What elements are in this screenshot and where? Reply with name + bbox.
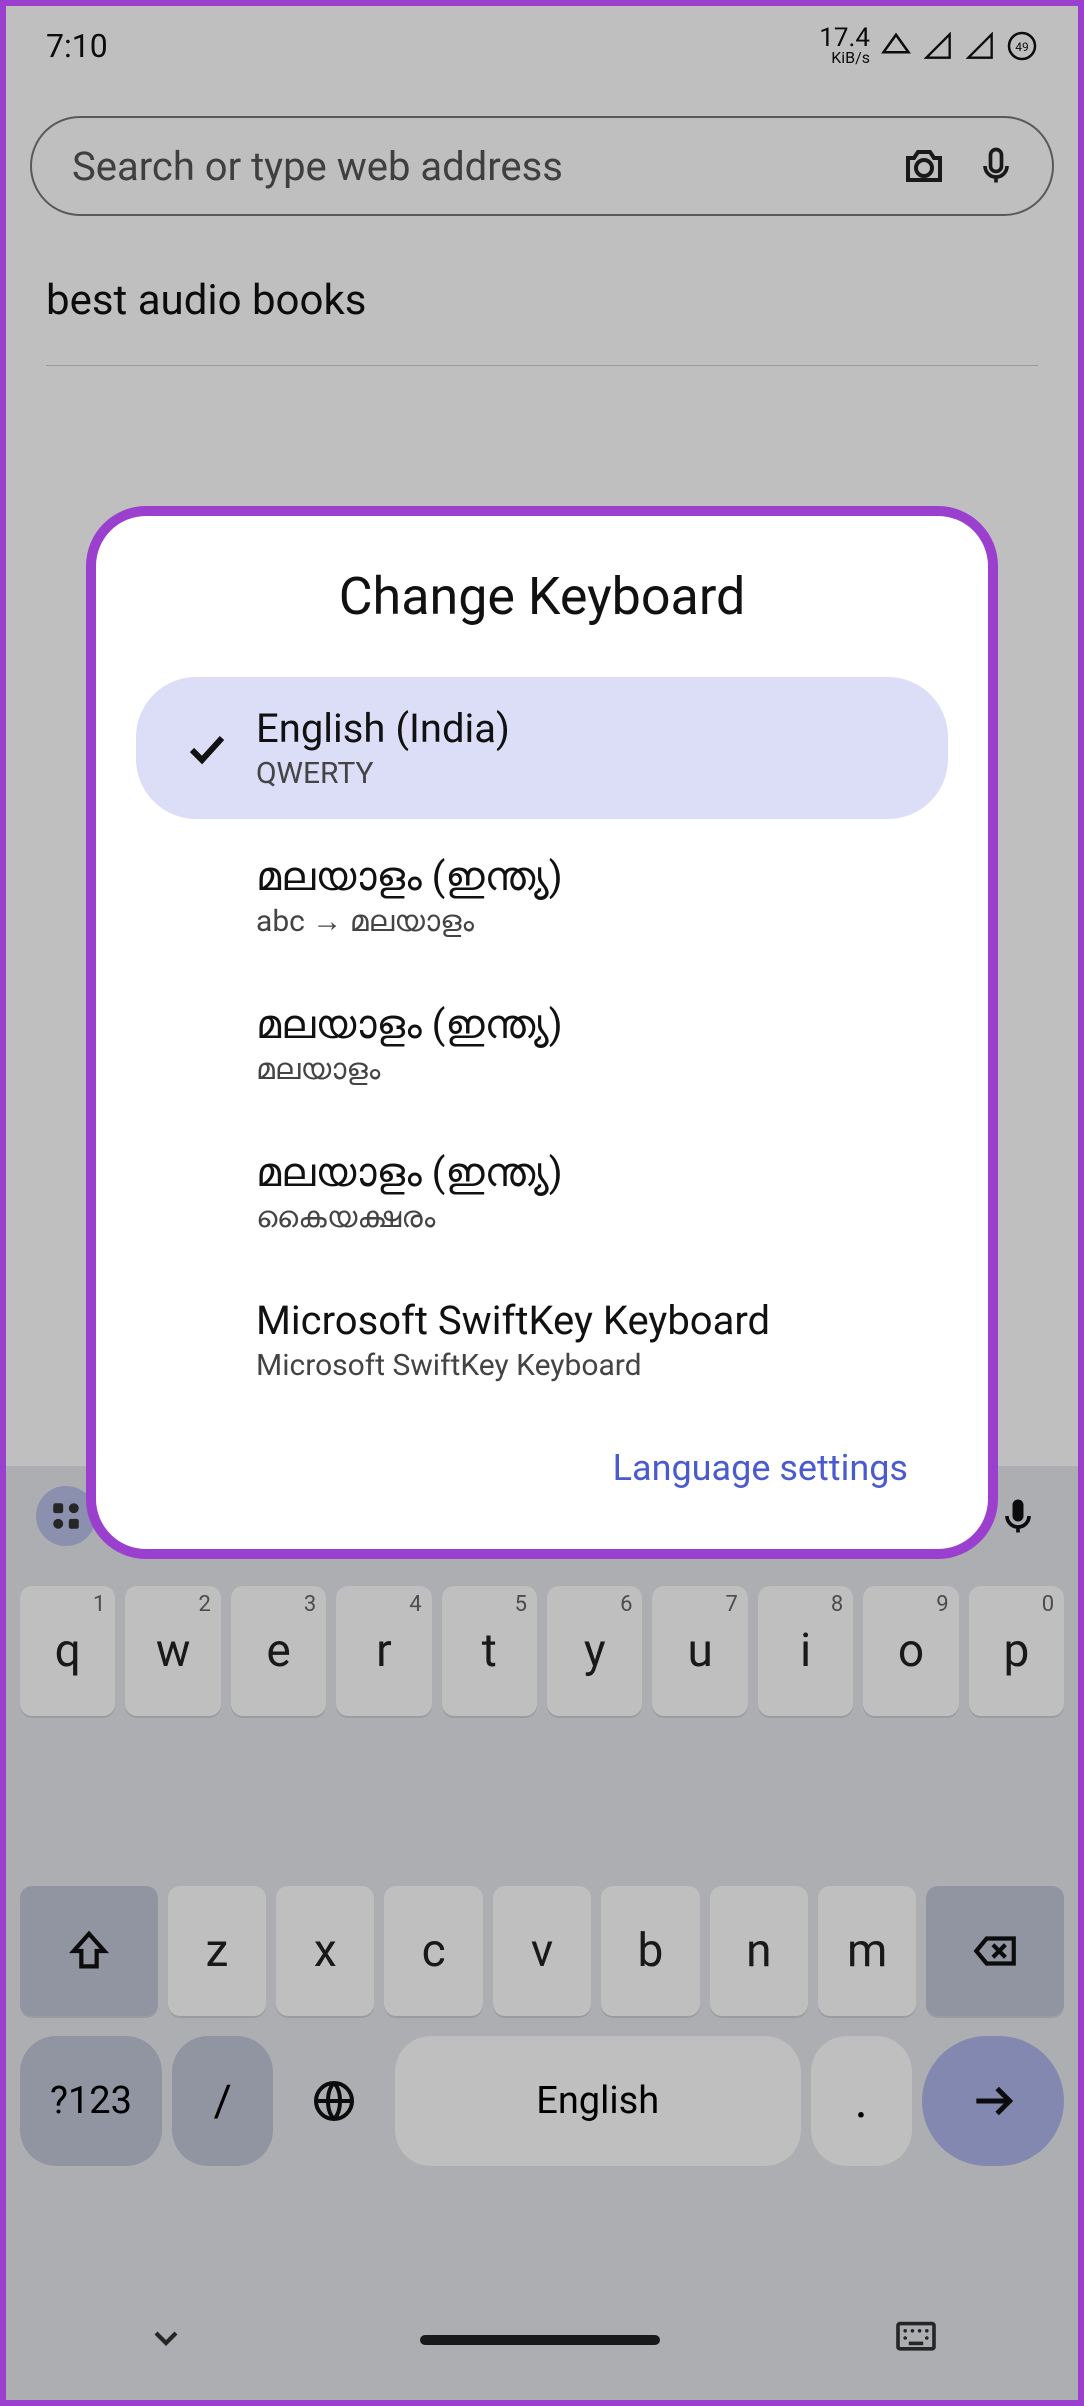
key-y[interactable]: y6 bbox=[547, 1586, 642, 1716]
keyboard-option-label: English (India) bbox=[256, 705, 918, 752]
check-icon bbox=[166, 724, 246, 772]
period-key[interactable]: . bbox=[811, 2036, 912, 2166]
keyboard-option-label: മലയാളം (ഇന്ത്യ) bbox=[256, 1149, 918, 1196]
keyboard-option-3[interactable]: മലയാളം (ഇന്ത്യ) കൈയക്ഷരം bbox=[136, 1121, 948, 1263]
key-p[interactable]: p0 bbox=[969, 1586, 1064, 1716]
key-q[interactable]: q1 bbox=[20, 1586, 115, 1716]
mic-icon[interactable] bbox=[970, 140, 1022, 192]
keyboard-option-1[interactable]: മലയാളം (ഇന്ത്യ) abc → മലയാളം bbox=[136, 825, 948, 967]
keyboard-option-label: മലയാളം (ഇന്ത്യ) bbox=[256, 853, 918, 900]
keyboard-option-sub: abc → മലയാളം bbox=[256, 904, 918, 939]
status-right: 17.4 KiB/s 49 bbox=[819, 27, 1038, 65]
keyboard-area: q1w2e3r4t5y6u7i8o9p0 zxcvbnm ?123 / Engl… bbox=[6, 1466, 1078, 2400]
address-bar[interactable]: Search or type web address bbox=[30, 116, 1054, 216]
keyboard-option-sub: കൈയക്ഷരം bbox=[256, 1200, 918, 1235]
network-speed: 17.4 KiB/s bbox=[819, 27, 870, 65]
key-i[interactable]: i8 bbox=[758, 1586, 853, 1716]
key-w[interactable]: w2 bbox=[125, 1586, 220, 1716]
key-x[interactable]: x bbox=[276, 1886, 374, 2016]
keyboard-option-4[interactable]: Microsoft SwiftKey Keyboard Microsoft Swi… bbox=[136, 1269, 948, 1411]
key-u[interactable]: u7 bbox=[652, 1586, 747, 1716]
shift-key[interactable] bbox=[20, 1886, 158, 2016]
key-super: 4 bbox=[409, 1592, 421, 1617]
slash-key[interactable]: / bbox=[172, 2036, 273, 2166]
change-keyboard-modal: Change Keyboard English (India) QWERTY മലയ… bbox=[86, 506, 998, 1559]
key-c[interactable]: c bbox=[384, 1886, 482, 2016]
backspace-key[interactable] bbox=[926, 1886, 1064, 2016]
keyboard-option-sub: QWERTY bbox=[256, 756, 918, 791]
key-e[interactable]: e3 bbox=[231, 1586, 326, 1716]
key-v[interactable]: v bbox=[493, 1886, 591, 2016]
enter-key[interactable] bbox=[922, 2036, 1064, 2166]
key-super: 1 bbox=[93, 1592, 105, 1617]
key-o[interactable]: o9 bbox=[863, 1586, 958, 1716]
space-key[interactable]: English bbox=[395, 2036, 801, 2166]
key-super: 7 bbox=[725, 1592, 737, 1617]
battery-icon: 49 bbox=[1006, 30, 1038, 62]
status-bar: 7:10 17.4 KiB/s 49 bbox=[6, 6, 1078, 86]
keyboard-option-sub: Microsoft SwiftKey Keyboard bbox=[256, 1348, 918, 1383]
status-time: 7:10 bbox=[46, 27, 108, 65]
signal-icon-1 bbox=[922, 30, 954, 62]
key-super: 5 bbox=[515, 1592, 527, 1617]
keyboard-switch-icon[interactable] bbox=[894, 2320, 938, 2360]
svg-text:49: 49 bbox=[1015, 40, 1029, 54]
camera-icon[interactable] bbox=[898, 140, 950, 192]
key-super: 9 bbox=[936, 1592, 948, 1617]
home-indicator[interactable] bbox=[420, 2335, 660, 2345]
key-t[interactable]: t5 bbox=[442, 1586, 537, 1716]
key-n[interactable]: n bbox=[710, 1886, 808, 2016]
modal-title: Change Keyboard bbox=[116, 566, 968, 627]
search-placeholder: Search or type web address bbox=[72, 143, 878, 190]
nav-bar bbox=[6, 2280, 1078, 2400]
symbols-key[interactable]: ?123 bbox=[20, 2036, 162, 2166]
key-super: 8 bbox=[831, 1592, 843, 1617]
keyboard-option-label: Microsoft SwiftKey Keyboard bbox=[256, 1297, 918, 1344]
wifi-icon bbox=[880, 30, 912, 62]
keyboard-option-label: മലയാളം (ഇന്ത്യ) bbox=[256, 1001, 918, 1048]
keyboard-option-2[interactable]: മലയാളം (ഇന്ത്യ) മലയാളം bbox=[136, 973, 948, 1115]
key-z[interactable]: z bbox=[168, 1886, 266, 2016]
signal-icon-2 bbox=[964, 30, 996, 62]
keyboard-option-sub: മലയാളം bbox=[256, 1052, 918, 1087]
collapse-keyboard-icon[interactable] bbox=[146, 2318, 186, 2362]
key-super: 3 bbox=[304, 1592, 316, 1617]
key-m[interactable]: m bbox=[818, 1886, 916, 2016]
key-b[interactable]: b bbox=[601, 1886, 699, 2016]
language-settings-link[interactable]: Language settings bbox=[116, 1417, 968, 1509]
search-suggestion[interactable]: best audio books bbox=[46, 276, 1038, 366]
key-super: 2 bbox=[198, 1592, 210, 1617]
key-super: 6 bbox=[620, 1592, 632, 1617]
keyboard-option-0[interactable]: English (India) QWERTY bbox=[136, 677, 948, 819]
key-r[interactable]: r4 bbox=[336, 1586, 431, 1716]
globe-key[interactable] bbox=[283, 2036, 384, 2166]
key-super: 0 bbox=[1042, 1592, 1054, 1617]
